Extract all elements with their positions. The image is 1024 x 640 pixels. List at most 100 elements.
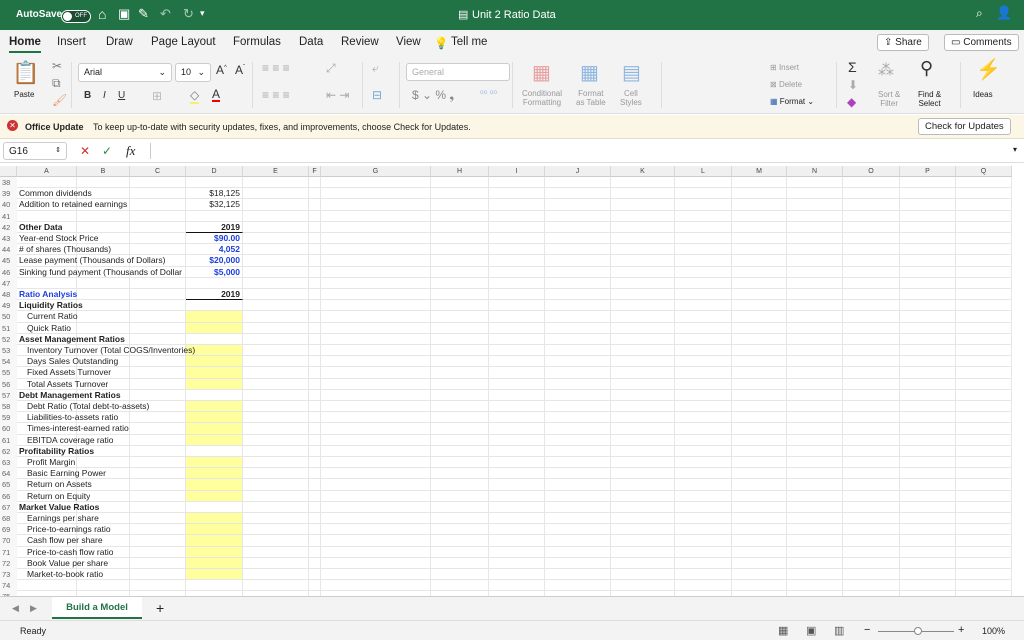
cell[interactable] [243,378,309,390]
paste-icon[interactable]: 📋 [12,60,39,86]
cell[interactable] [243,445,309,457]
cell[interactable] [732,322,787,334]
cell[interactable] [545,546,611,558]
cell[interactable] [186,557,243,569]
cell[interactable] [900,569,956,581]
cell[interactable] [675,535,732,547]
cell[interactable] [431,513,489,525]
cell[interactable] [545,311,611,323]
clear-icon[interactable]: ◆ [847,95,856,109]
customize-toolbar-icon[interactable]: ▾ [200,8,205,19]
row-header[interactable]: 67 [0,501,17,513]
cell[interactable] [186,569,243,581]
cell[interactable] [545,490,611,502]
cell[interactable] [130,580,186,592]
fill-icon[interactable]: ⬇ [848,78,858,92]
cell[interactable] [321,322,431,334]
cell[interactable] [545,378,611,390]
cell[interactable] [431,457,489,469]
cell[interactable] [900,546,956,558]
cell[interactable] [787,445,843,457]
cell[interactable] [732,345,787,357]
cell[interactable] [675,490,732,502]
cell[interactable] [675,389,732,401]
cell[interactable] [956,244,1012,256]
cell[interactable] [545,423,611,435]
cell[interactable] [489,434,545,446]
tab-review[interactable]: Review [341,36,379,48]
decimal-icons[interactable]: ⁰⁰ ⁰⁰ [480,89,497,100]
add-sheet-button[interactable]: + [156,600,164,616]
row-header[interactable]: 62 [0,445,17,457]
cell[interactable] [186,423,243,435]
cell[interactable] [431,300,489,312]
cell[interactable] [787,501,843,513]
column-header-f[interactable]: F [309,166,321,177]
row-header[interactable]: 66 [0,490,17,502]
cell[interactable] [675,569,732,581]
row-header[interactable]: 39 [0,188,17,200]
cell[interactable] [321,580,431,592]
cell[interactable] [77,311,130,323]
cell[interactable] [186,580,243,592]
cell[interactable] [611,434,675,446]
cell[interactable] [545,300,611,312]
cell[interactable] [732,389,787,401]
cell[interactable] [611,356,675,368]
format-painter-icon[interactable]: 🖌 [52,93,67,107]
cell[interactable] [675,221,732,233]
home-icon[interactable]: ⌂ [98,6,106,22]
cell[interactable] [309,333,321,345]
cell[interactable] [431,535,489,547]
cell[interactable] [186,524,243,536]
cell[interactable] [545,535,611,547]
indent-icon[interactable]: ⇤ ⇥ [326,88,349,102]
cell[interactable] [545,322,611,334]
cell[interactable] [130,277,186,289]
cell[interactable] [321,188,431,200]
cell[interactable] [186,356,243,368]
cell[interactable] [489,580,545,592]
cell[interactable] [787,468,843,480]
cell[interactable] [321,210,431,222]
autosum-icon[interactable]: Σ [848,59,857,75]
cell[interactable] [900,434,956,446]
column-header-b[interactable]: B [77,166,130,177]
cell[interactable] [321,255,431,267]
cell[interactable] [956,177,1012,189]
cell[interactable] [431,580,489,592]
cell[interactable] [611,333,675,345]
cell[interactable] [243,300,309,312]
cell[interactable] [309,188,321,200]
cell[interactable] [787,333,843,345]
cell[interactable] [130,311,186,323]
row-header[interactable]: 52 [0,333,17,345]
cell[interactable] [843,501,900,513]
cell[interactable] [900,356,956,368]
cell[interactable] [843,277,900,289]
column-header-j[interactable]: J [545,166,611,177]
column-header-c[interactable]: C [130,166,186,177]
cell[interactable] [186,468,243,480]
cell[interactable] [732,445,787,457]
cell[interactable] [545,524,611,536]
cell[interactable] [130,177,186,189]
cell[interactable] [489,457,545,469]
cell[interactable] [675,557,732,569]
cell[interactable] [130,389,186,401]
cell[interactable] [732,569,787,581]
cell[interactable] [130,513,186,525]
cell[interactable] [77,322,130,334]
cell[interactable] [186,479,243,491]
cell[interactable] [243,557,309,569]
cell[interactable] [186,389,243,401]
cell[interactable] [900,221,956,233]
cell[interactable] [321,557,431,569]
cell[interactable] [243,479,309,491]
cell[interactable] [309,513,321,525]
cell[interactable] [321,524,431,536]
cell[interactable] [732,490,787,502]
cell[interactable] [675,266,732,278]
cell[interactable] [545,367,611,379]
cell[interactable] [243,333,309,345]
